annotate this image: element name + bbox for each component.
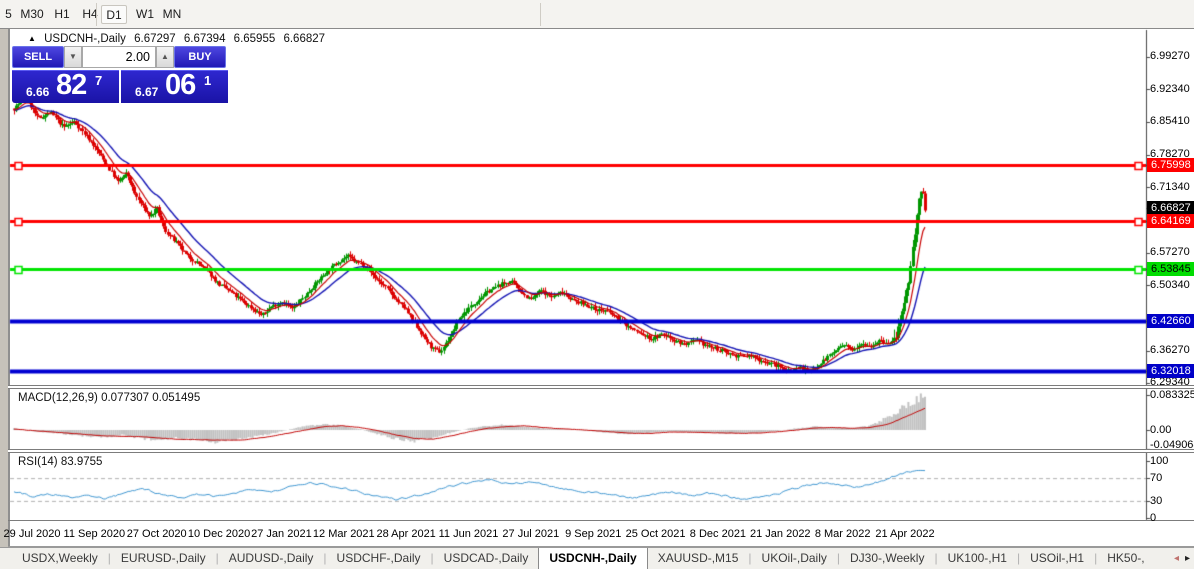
date-axis-label: 27 Jul 2021 (502, 528, 560, 540)
rsi-pane-splitter[interactable] (8, 449, 1194, 453)
date-axis-label: 12 Mar 2021 (312, 528, 375, 540)
chart-symbol-period: USDCNH-,Daily (44, 33, 126, 45)
price-axis-label: 6.85410 (1150, 115, 1190, 128)
sell-button[interactable]: SELL (12, 46, 64, 68)
date-axis-label: 21 Apr 2022 (875, 528, 935, 540)
date-axis-label: 25 Oct 2021 (625, 528, 686, 540)
buy-button[interactable]: BUY (174, 46, 226, 68)
buy-price-prefix: 6.67 (135, 85, 159, 99)
price-axis-label: 6.57270 (1150, 246, 1190, 259)
macd-name: MACD(12,26,9) (18, 392, 98, 404)
date-axis-label: 8 Dec 2021 (689, 528, 747, 540)
collapse-panel-icon[interactable]: ▲ (28, 34, 36, 43)
macd-axis-label: 0.083325 (1150, 388, 1194, 401)
date-axis-line (8, 520, 1194, 521)
date-axis-label: 21 Jan 2022 (750, 528, 811, 540)
chart-tab-dj30-weekly[interactable]: DJ30-,Weekly (840, 548, 934, 569)
chart-tab-usoil-h1[interactable]: USOil-,H1 (1020, 548, 1094, 569)
chart-tab-usdx-weekly[interactable]: USDX,Weekly (12, 548, 108, 569)
sell-price-point: 7 (95, 73, 103, 88)
level-price-badge: 6.53845 (1147, 261, 1194, 276)
date-axis-label: 27 Oct 2020 (126, 528, 187, 540)
date-axis-label: 11 Sep 2020 (63, 528, 126, 540)
sell-price-pips: 82 (56, 69, 87, 101)
tabs-holder: USDX,Weekly | EURUSD-,Daily | AUDUSD-,Daily |… (12, 548, 1155, 569)
rsi-axis-label: 70 (1150, 472, 1163, 485)
ohlc-low: 6.65955 (233, 33, 276, 45)
rsi-axis-label: 0 (1150, 512, 1157, 524)
macd-values: 0.077307 0.051495 (101, 392, 201, 404)
rsi-axis-label: 30 (1150, 494, 1163, 507)
timeframe-button-m30[interactable]: M30 (18, 5, 46, 24)
timeframe-toolbar: 5 M30 H1 H4 D1 W1 MN (0, 0, 1194, 29)
buy-price-display[interactable]: 6.67 06 1 (121, 69, 228, 103)
timeframe-button-h1[interactable]: H1 (50, 5, 74, 24)
symbol-tab-bar: USDX,Weekly | EURUSD-,Daily | AUDUSD-,Daily |… (0, 547, 1194, 569)
ohlc-close: 6.66827 (283, 33, 326, 45)
timeframe-button-d1[interactable]: D1 (101, 5, 127, 24)
price-axis-label: 6.71340 (1150, 180, 1190, 193)
chart-tab-usdchf-daily[interactable]: USDCHF-,Daily (327, 548, 431, 569)
price-axis-label: 6.50340 (1150, 278, 1190, 291)
volume-decrease-icon[interactable]: ▼ (64, 46, 82, 68)
date-axis-label: 11 Jun 2021 (438, 528, 499, 540)
volume-increase-icon[interactable]: ▲ (156, 46, 174, 68)
chart-tab-hk50-[interactable]: HK50-, (1097, 548, 1154, 569)
sell-price-display[interactable]: 6.66 82 7 (12, 69, 119, 103)
level-price-badge: 6.75998 (1147, 158, 1194, 173)
level-price-badge: 6.64169 (1147, 213, 1194, 228)
tab-scroll-left-icon[interactable]: ◂ (1174, 548, 1179, 569)
timeframe-button-mn[interactable]: MN (158, 5, 186, 24)
chart-tab-usdcad-daily[interactable]: USDCAD-,Daily (434, 548, 539, 569)
date-axis-label: 10 Dec 2020 (187, 528, 251, 540)
toolbar-separator (540, 3, 541, 26)
one-click-trading-panel: SELL ▼ 2.00 ▲ BUY 6.66 82 7 6.67 06 1 (12, 46, 230, 103)
rsi-indicator-label: RSI(14) 83.9755 (18, 456, 102, 468)
chart-tab-audusd-daily[interactable]: AUDUSD-,Daily (219, 548, 324, 569)
rsi-name: RSI(14) (18, 456, 58, 468)
level-price-badge: 6.42660 (1147, 313, 1194, 328)
price-axis-label: 6.92340 (1150, 82, 1190, 95)
volume-input[interactable]: 2.00 (82, 46, 156, 68)
price-axis-label: 6.29340 (1150, 376, 1190, 389)
tab-scroll-nav: ◂ ▸ (1174, 548, 1190, 569)
ohlc-open: 6.67297 (134, 33, 176, 45)
rsi-axis-label: 100 (1150, 455, 1169, 467)
chart-tab-xauusd-m15[interactable]: XAUUSD-,M15 (648, 548, 749, 569)
price-axis-label: 6.36270 (1150, 344, 1190, 357)
chart-tab-usdcnh-daily[interactable]: USDCNH-,Daily (538, 548, 648, 569)
macd-pane-splitter[interactable] (8, 385, 1194, 389)
chart-tab-ukoil-daily[interactable]: UKOil-,Daily (752, 548, 837, 569)
date-axis-label: 27 Jan 2021 (251, 528, 312, 540)
timeframe-button-w1[interactable]: W1 (132, 5, 158, 24)
buy-price-pips: 06 (165, 69, 196, 101)
toolbar-separator (96, 3, 97, 26)
date-axis-label: 29 Jul 2020 (3, 528, 61, 540)
timeframe-button-5[interactable]: 5 (2, 5, 15, 24)
chart-title: ▲ USDCNH-,Daily 6.67297 6.67394 6.65955 … (28, 33, 330, 45)
date-axis-label: 8 Mar 2022 (814, 528, 871, 540)
timeframe-button-h4[interactable]: H4 (78, 5, 102, 24)
price-axis-label: 6.99270 (1150, 50, 1190, 63)
chart-tab-eurusd-daily[interactable]: EURUSD-,Daily (111, 548, 216, 569)
tab-scroll-right-icon[interactable]: ▸ (1185, 548, 1190, 569)
date-axis-label: 28 Apr 2021 (376, 528, 436, 540)
tabbar-left-pad (0, 548, 12, 569)
chart-tab-uk100-h1[interactable]: UK100-,H1 (938, 548, 1017, 569)
rsi-value: 83.9755 (60, 456, 103, 468)
trading-terminal: 5 M30 H1 H4 D1 W1 MN ▲ USDCNH-,Daily 6.67297 6… (0, 0, 1194, 569)
macd-axis-label: -0.049068 (1150, 439, 1194, 451)
level-price-badge: 6.32018 (1147, 363, 1194, 378)
ohlc-high: 6.67394 (183, 33, 226, 45)
buy-price-point: 1 (204, 73, 212, 88)
date-axis-label: 9 Sep 2021 (565, 528, 622, 540)
macd-indicator-label: MACD(12,26,9) 0.077307 0.051495 (18, 392, 200, 404)
macd-axis-label: 0.00 (1150, 423, 1172, 436)
sell-price-prefix: 6.66 (26, 85, 50, 99)
